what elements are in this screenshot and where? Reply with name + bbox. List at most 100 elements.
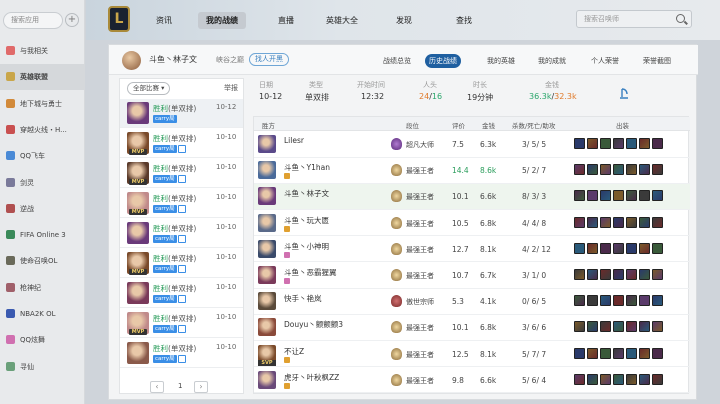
table-row[interactable]: 斗鱼丶恶霸猩翼 最强王者 10.7 6.7k 3/ 1/ 0 [254, 263, 690, 289]
item-icon[interactable] [587, 347, 598, 359]
item-icon[interactable] [639, 373, 650, 385]
item-icon[interactable] [600, 138, 611, 149]
nav-tab[interactable]: 我的战绩 [198, 12, 246, 29]
item-icon[interactable] [600, 242, 611, 254]
avatar[interactable] [122, 51, 141, 70]
item-icon[interactable] [600, 216, 611, 228]
sidebar-item[interactable]: 使命召唤OL [0, 248, 85, 274]
player-name[interactable]: Douyu丶颤颤颤3 [284, 319, 343, 330]
item-icon[interactable] [626, 347, 637, 359]
match-list-item[interactable]: 胜利(单双排) 10-10 carry局 [120, 279, 243, 308]
item-icon[interactable] [587, 242, 598, 254]
item-icon[interactable] [600, 190, 611, 202]
sidebar-item[interactable]: 枪神纪 [0, 275, 85, 301]
item-icon[interactable] [574, 164, 585, 176]
item-icon[interactable] [639, 164, 650, 176]
item-icon[interactable] [639, 295, 650, 307]
item-icon[interactable] [587, 295, 598, 307]
nav-tab[interactable]: 直播 [270, 12, 302, 29]
item-icon[interactable] [574, 242, 585, 254]
item-icon[interactable] [652, 164, 663, 176]
match-list-item[interactable]: 胜利(单双排) 10-10 carry局 [120, 219, 243, 248]
table-row[interactable]: 斗鱼丶Y1han 最强王者 14.4 8.6k 5/ 2/ 7 [254, 158, 690, 184]
item-icon[interactable] [652, 216, 663, 228]
prev-page-button[interactable]: ‹ [150, 381, 164, 393]
sidebar-item[interactable]: FIFA Online 3 [0, 222, 85, 248]
item-icon[interactable] [613, 242, 624, 254]
item-icon[interactable] [587, 164, 598, 176]
item-icon[interactable] [626, 216, 637, 228]
profile-tab[interactable]: 战绩总览 [379, 54, 415, 68]
match-list-item[interactable]: MVP 胜利(单双排) 10-10 carry局 [120, 159, 243, 188]
item-icon[interactable] [626, 295, 637, 307]
next-page-button[interactable]: › [194, 381, 208, 393]
item-icon[interactable] [652, 321, 663, 333]
item-icon[interactable] [639, 216, 650, 228]
sidebar-item[interactable]: 与我相关 [0, 38, 85, 64]
find-teammate-button[interactable]: 找人开黑 [249, 53, 289, 66]
add-app-button[interactable]: + [65, 13, 79, 27]
table-row[interactable]: Douyu丶颤颤颤3 最强王者 10.1 6.8k 3/ 6/ 6 [254, 315, 690, 341]
item-icon[interactable] [652, 373, 663, 385]
item-icon[interactable] [652, 269, 663, 280]
item-icon[interactable] [600, 295, 611, 307]
item-icon[interactable] [587, 138, 598, 149]
share-icon[interactable] [619, 88, 629, 100]
sidebar-item[interactable]: 剑灵 [0, 170, 85, 196]
item-icon[interactable] [652, 347, 663, 359]
item-icon[interactable] [600, 321, 611, 333]
item-icon[interactable] [613, 321, 624, 333]
item-icon[interactable] [639, 321, 650, 333]
item-icon[interactable] [613, 164, 624, 176]
table-row[interactable]: 斗鱼丶小神明 最强王者 12.7 8.1k 4/ 2/ 12 [254, 237, 690, 263]
item-icon[interactable] [574, 190, 585, 202]
player-name[interactable]: 虎牙丶叶秋枫ZZ [284, 372, 339, 383]
nav-tab[interactable]: 英雄大全 [318, 12, 366, 29]
item-icon[interactable] [600, 269, 611, 280]
player-name[interactable]: 斗鱼丶小神明 [284, 241, 329, 252]
item-icon[interactable] [613, 138, 624, 149]
item-icon[interactable] [652, 242, 663, 254]
item-icon[interactable] [587, 373, 598, 385]
item-icon[interactable] [613, 295, 624, 307]
item-icon[interactable] [600, 373, 611, 385]
table-row[interactable]: Lilesr 超凡大师 7.5 6.3k 3/ 5/ 5 [254, 132, 690, 158]
item-icon[interactable] [639, 347, 650, 359]
item-icon[interactable] [639, 242, 650, 254]
item-icon[interactable] [626, 164, 637, 176]
item-icon[interactable] [613, 347, 624, 359]
sidebar-item[interactable]: NBA2K OL [0, 301, 85, 327]
item-icon[interactable] [574, 373, 585, 385]
table-row[interactable]: 斗鱼丶林子文 最强王者 10.1 6.6k 8/ 3/ 3 [254, 184, 690, 210]
item-icon[interactable] [639, 190, 650, 202]
player-name[interactable]: 快手丶艳岚 [284, 293, 322, 304]
profile-tab[interactable]: 我的英雄 [483, 54, 519, 68]
item-icon[interactable] [613, 373, 624, 385]
item-icon[interactable] [626, 138, 637, 149]
profile-tab[interactable]: 历史战绩 [425, 54, 461, 68]
nav-tab[interactable]: 发现 [388, 12, 420, 29]
profile-tab[interactable]: 我的成就 [534, 54, 570, 68]
player-name[interactable]: 斗鱼丶Y1han [284, 162, 330, 173]
nav-tab[interactable]: 查找 [448, 12, 480, 29]
item-icon[interactable] [652, 138, 663, 149]
player-name[interactable]: 斗鱼丶玩大匮 [284, 215, 329, 226]
item-icon[interactable] [574, 295, 585, 307]
player-name[interactable]: 不让Z [284, 346, 304, 357]
item-icon[interactable] [574, 269, 585, 280]
item-icon[interactable] [626, 321, 637, 333]
item-icon[interactable] [613, 190, 624, 202]
match-list-item[interactable]: MVP 胜利(单双排) 10-10 carry局 [120, 189, 243, 218]
match-list-item[interactable]: 胜利(单双排) 10-12 carry局 [120, 99, 243, 128]
item-icon[interactable] [626, 373, 637, 385]
item-icon[interactable] [574, 216, 585, 228]
sidebar-item[interactable]: 寻仙 [0, 354, 85, 380]
match-list-item[interactable]: 胜利(单双排) 10-10 carry局 [120, 339, 243, 368]
item-icon[interactable] [652, 295, 663, 307]
item-icon[interactable] [587, 190, 598, 202]
match-list-item[interactable]: MVP 胜利(单双排) 10-10 carry局 [120, 129, 243, 158]
table-row[interactable]: 虎牙丶叶秋枫ZZ 最强王者 9.8 6.6k 5/ 6/ 4 [254, 368, 690, 394]
item-icon[interactable] [600, 164, 611, 176]
item-icon[interactable] [626, 190, 637, 202]
item-icon[interactable] [626, 269, 637, 280]
